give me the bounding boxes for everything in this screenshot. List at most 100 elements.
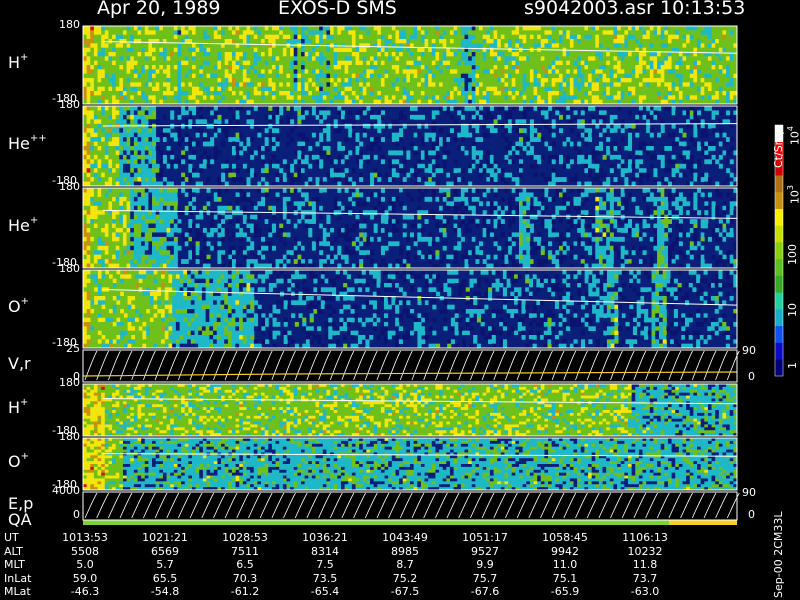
- panel-1-cell: [210, 137, 215, 142]
- panel-1-cell: [555, 110, 560, 116]
- panel-0-cell: [537, 95, 542, 101]
- panel-0-cell: [217, 73, 222, 79]
- panel-1-cell: [122, 106, 127, 111]
- panel-0-cell: [620, 91, 625, 96]
- panel-0-cell: [83, 73, 88, 79]
- panel-0-cell: [533, 56, 538, 62]
- panel-0-cell: [242, 47, 247, 53]
- panel-1-cell: [104, 114, 109, 120]
- panel-0-cell: [282, 47, 287, 53]
- panel-0-cell: [388, 65, 393, 70]
- panel-0-cell: [726, 34, 731, 40]
- panel-0-cell: [351, 26, 356, 31]
- panel-1-cell: [86, 150, 91, 156]
- panel-1-cell: [653, 114, 658, 120]
- panel-0-cell: [355, 91, 360, 96]
- panel-1-cell: [206, 137, 211, 142]
- panel-0-cell: [359, 47, 364, 53]
- panel-1-cell: [133, 154, 138, 160]
- panel-1-cell: [119, 172, 124, 178]
- panel-0-cell: [613, 86, 618, 92]
- panel-0-cell: [573, 69, 578, 75]
- panel-1-cell: [119, 159, 124, 165]
- panel-0-cell: [598, 47, 603, 53]
- panel-1-cell: [711, 123, 716, 129]
- panel-0-cell: [722, 30, 727, 36]
- panel-0-cell: [653, 82, 658, 88]
- panel-1-cell: [148, 110, 153, 116]
- panel-0-cell: [631, 69, 636, 75]
- panel-0-cell: [584, 95, 589, 101]
- panel-1-cell: [104, 128, 109, 134]
- panel-0-cell: [181, 86, 186, 92]
- panel-0-cell: [286, 56, 291, 62]
- panel-1-cell: [326, 159, 331, 165]
- panel-0-cell: [373, 43, 378, 49]
- panel-0-cell: [464, 30, 469, 36]
- panel-1-cell: [166, 150, 171, 156]
- panel-0-cell: [479, 82, 484, 88]
- panel-0-cell: [112, 91, 117, 96]
- panel-1-cell: [133, 119, 138, 125]
- panel-0-cell: [210, 47, 215, 53]
- panel-1-cell: [119, 141, 124, 147]
- panel-1-cell: [660, 123, 665, 129]
- panel-0-cell: [537, 86, 542, 92]
- panel-0-cell: [90, 60, 95, 66]
- panel-1-cell: [137, 163, 142, 169]
- panel-0-cell: [221, 56, 226, 62]
- panel-0-cell: [471, 30, 476, 36]
- panel-0-cell: [279, 65, 284, 70]
- panel-0-cell: [420, 86, 425, 92]
- panel-1-cell: [697, 159, 702, 165]
- panel-1-cell: [606, 177, 611, 182]
- panel-0-cell: [624, 26, 629, 31]
- panel-1-cell: [261, 119, 266, 125]
- panel-0-cell: [508, 56, 513, 62]
- panel-0-cell: [359, 65, 364, 70]
- panel-1-cell: [602, 177, 607, 182]
- panel-2-cell: [97, 205, 102, 211]
- panel-0-cell: [308, 39, 313, 44]
- panel-0-cell: [101, 52, 106, 57]
- panel-1-cell: [264, 154, 269, 160]
- panel-0-cell: [526, 39, 531, 44]
- panel-0-cell: [493, 82, 498, 88]
- panel-0-cell: [460, 34, 465, 40]
- panel-0-cell: [515, 82, 520, 88]
- panel-0-cell: [424, 56, 429, 62]
- panel-0-cell: [293, 26, 298, 31]
- panel-0-cell: [391, 95, 396, 101]
- panel-0-cell: [133, 39, 138, 44]
- panel-0-cell: [482, 86, 487, 92]
- panel-1-cell: [362, 128, 367, 134]
- panel-0-cell: [224, 82, 229, 88]
- panel-1-cell: [370, 154, 375, 160]
- panel-0-cell: [602, 30, 607, 36]
- panel-0-cell: [155, 95, 160, 101]
- panel-0-cell: [137, 91, 142, 96]
- panel-0-cell: [537, 52, 542, 57]
- panel-1-cell: [566, 114, 571, 120]
- panel-0-cell: [435, 47, 440, 53]
- panel-0-cell: [700, 78, 705, 83]
- panel-2-cell: [93, 245, 98, 251]
- panel-1-cell: [428, 168, 433, 174]
- panel-1-cell: [529, 150, 534, 156]
- panel-1-cell: [395, 172, 400, 178]
- panel-0-cell: [137, 73, 142, 79]
- panel-2-cell: [93, 210, 98, 216]
- panel-0-cell: [584, 30, 589, 36]
- panel-0-cell: [202, 91, 207, 96]
- panel-0-cell: [704, 65, 709, 70]
- panel-1-cell: [319, 110, 324, 116]
- panel-0-cell: [322, 47, 327, 53]
- panel-0-cell: [304, 65, 309, 70]
- panel-0-cell: [340, 73, 345, 79]
- panel-1-cell: [588, 154, 593, 160]
- panel-0-cell: [93, 30, 98, 36]
- panel-0-cell: [580, 26, 585, 31]
- panel-0-cell: [715, 95, 720, 101]
- panel-1-cell: [511, 119, 516, 125]
- panel-0-cell: [93, 91, 98, 96]
